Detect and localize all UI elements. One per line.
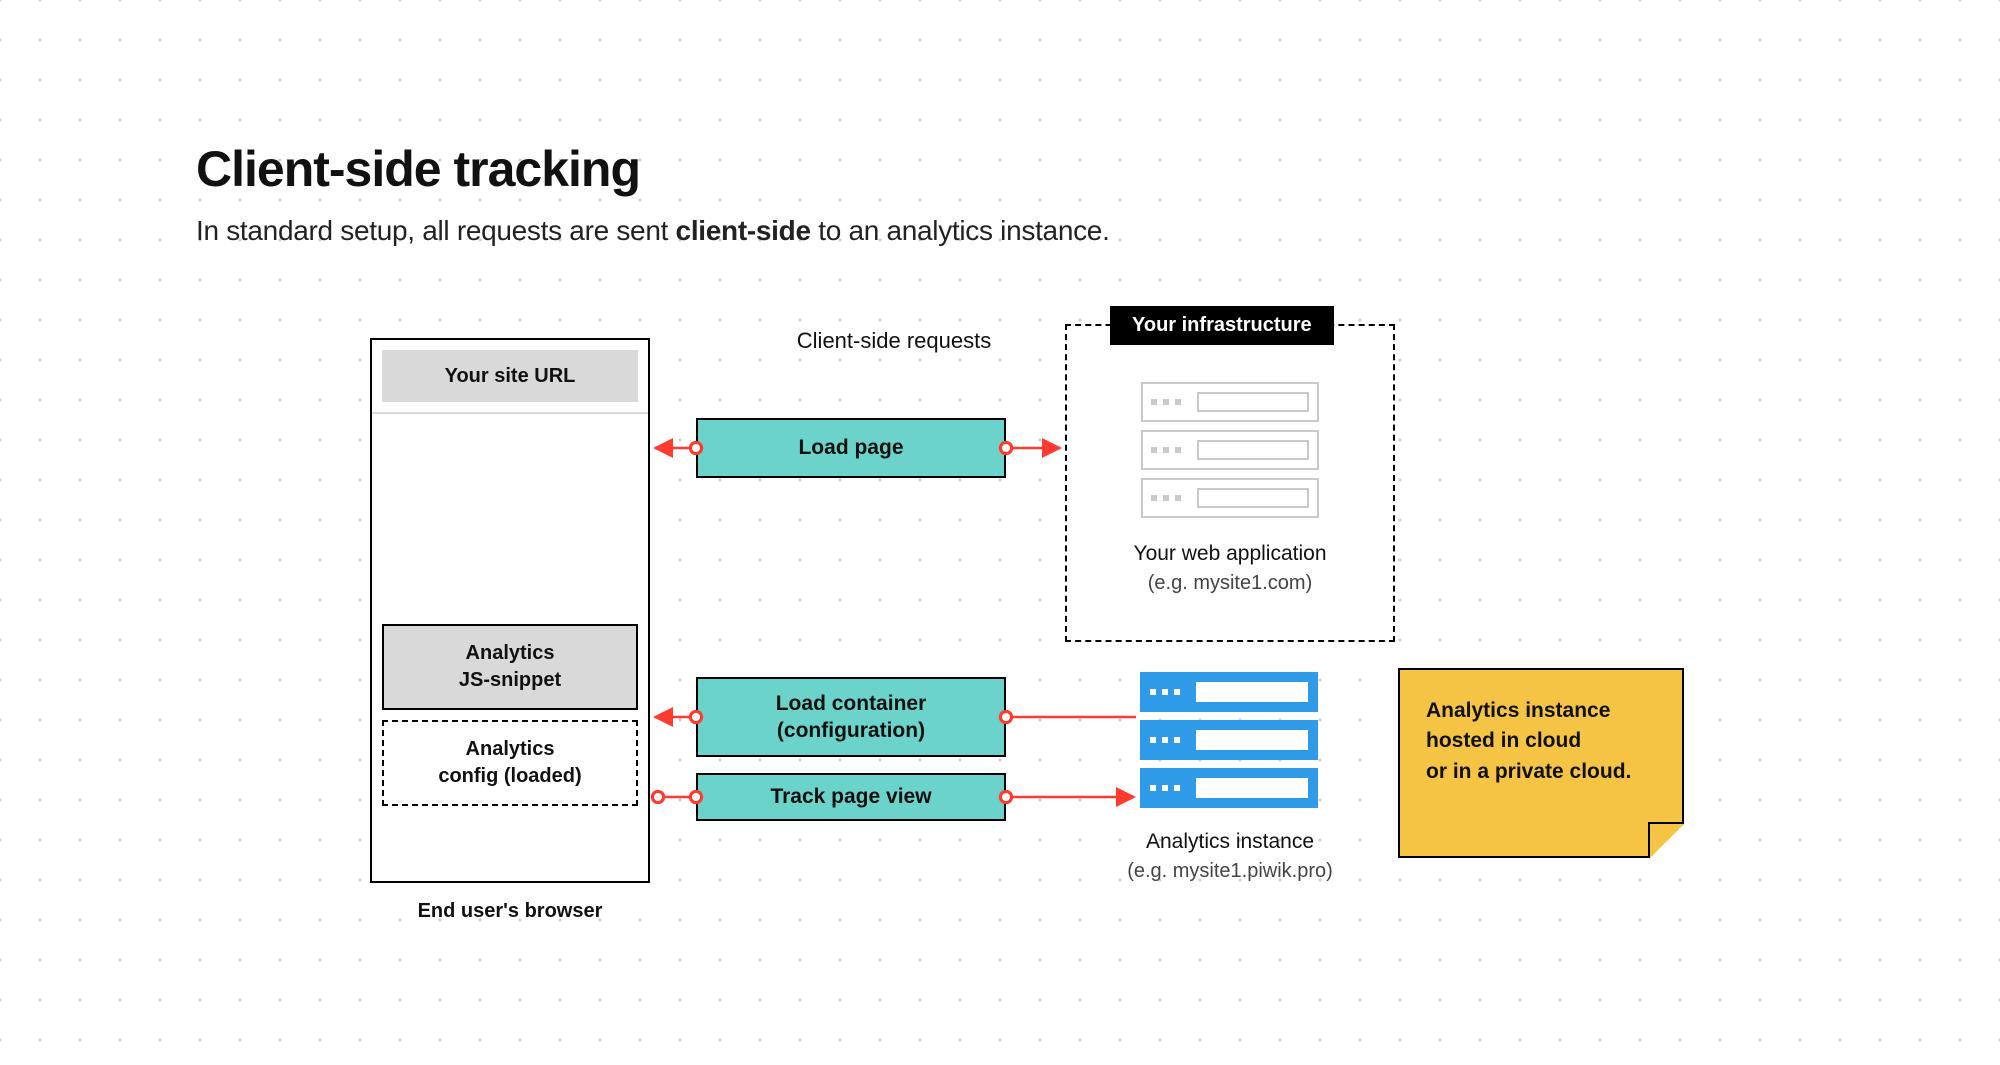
note-line3: or in a private cloud. bbox=[1426, 757, 1656, 787]
sticky-note: Analytics instance hosted in cloud or in… bbox=[1398, 668, 1684, 858]
subtitle-post: to an analytics instance. bbox=[811, 215, 1110, 246]
note-line1: Analytics instance bbox=[1426, 696, 1656, 726]
browser-body-space bbox=[372, 414, 648, 614]
page-subtitle: In standard setup, all requests are sent… bbox=[196, 215, 1110, 247]
server-icon bbox=[1141, 430, 1319, 470]
server-icon bbox=[1140, 720, 1318, 760]
server-icon bbox=[1141, 478, 1319, 518]
analytics-js-snippet-block: Analytics JS-snippet bbox=[382, 624, 638, 710]
analytics-config-loaded-block: Analytics config (loaded) bbox=[382, 720, 638, 806]
page-title: Client-side tracking bbox=[196, 140, 640, 198]
request-load-page: Load page bbox=[696, 418, 1006, 478]
analytics-instance-example: (e.g. mysite1.piwik.pro) bbox=[1075, 860, 1385, 883]
server-icon bbox=[1140, 768, 1318, 808]
browser-url-bar: Your site URL bbox=[382, 350, 638, 402]
load-container-line1: Load container bbox=[776, 690, 927, 717]
config-line2: config (loaded) bbox=[438, 763, 581, 790]
snippet-line1: Analytics bbox=[466, 640, 555, 667]
client-side-requests-label: Client-side requests bbox=[744, 328, 1044, 354]
request-track-page-view: Track page view bbox=[696, 773, 1006, 821]
server-icon bbox=[1140, 672, 1318, 712]
web-app-servers bbox=[1141, 382, 1319, 518]
end-user-browser-caption: End user's browser bbox=[370, 900, 650, 923]
subtitle-pre: In standard setup, all requests are sent bbox=[196, 215, 676, 246]
server-icon bbox=[1141, 382, 1319, 422]
web-application-caption: Your web application bbox=[1065, 542, 1395, 566]
snippet-line2: JS-snippet bbox=[459, 667, 561, 694]
analytics-instance-servers bbox=[1140, 672, 1318, 808]
your-infrastructure-label: Your infrastructure bbox=[1110, 306, 1334, 345]
analytics-instance-caption: Analytics instance bbox=[1075, 830, 1385, 854]
subtitle-bold: client-side bbox=[676, 215, 811, 246]
request-load-container: Load container (configuration) bbox=[696, 677, 1006, 757]
load-container-line2: (configuration) bbox=[777, 717, 925, 744]
end-user-browser: Your site URL Analytics JS-snippet Analy… bbox=[370, 338, 650, 883]
note-line2: hosted in cloud bbox=[1426, 726, 1656, 756]
web-application-example: (e.g. mysite1.com) bbox=[1065, 572, 1395, 595]
config-line1: Analytics bbox=[466, 736, 555, 763]
